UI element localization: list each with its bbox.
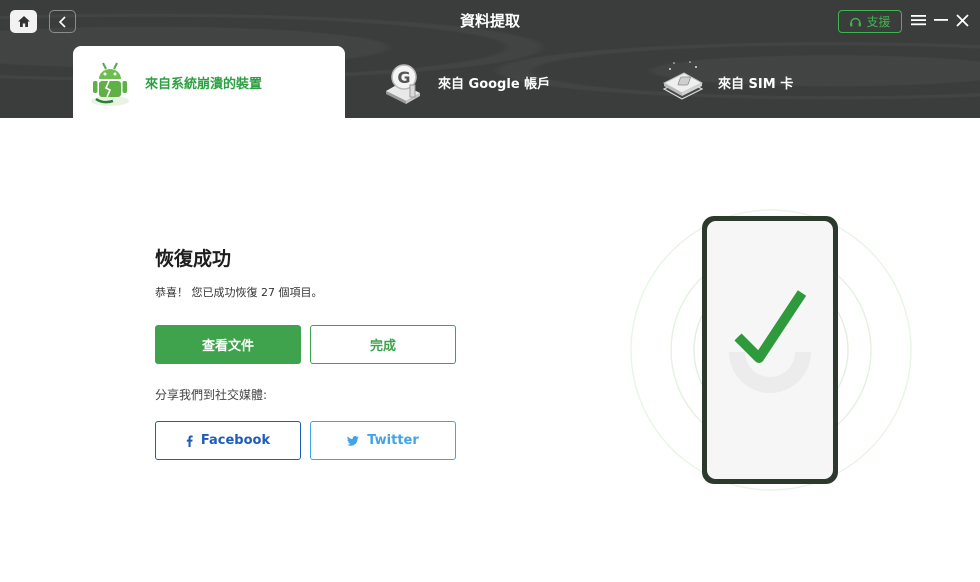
share-label: 分享我們到社交媒體: <box>155 388 268 402</box>
success-phone-illustration <box>630 209 912 491</box>
menu-button[interactable] <box>909 11 927 29</box>
tab-label: 來自 Google 帳戶 <box>438 76 551 92</box>
success-title: 恢復成功 <box>155 248 232 270</box>
tab-crashed-device[interactable]: 來自系統崩潰的裝置 <box>73 46 345 118</box>
twitter-label: Twitter <box>367 433 419 448</box>
facebook-icon <box>186 435 193 447</box>
support-button[interactable]: 支援 <box>838 10 902 33</box>
back-button[interactable] <box>49 10 76 33</box>
window-title: 資料提取 <box>459 12 520 30</box>
headset-icon <box>850 17 862 26</box>
chevron-left-icon <box>58 15 66 28</box>
facebook-share-button[interactable]: Facebook <box>155 421 301 460</box>
support-label: 支援 <box>866 15 891 29</box>
tab-label: 來自系統崩潰的裝置 <box>145 76 263 92</box>
app-header: 資料提取 支援 來自系統崩潰的裝置 G 來自 Google 帳戶 來自 SIM … <box>0 0 980 118</box>
twitter-share-button[interactable]: Twitter <box>310 421 456 460</box>
svg-text:G: G <box>397 68 410 87</box>
close-icon <box>955 13 969 27</box>
minimize-button[interactable] <box>932 11 950 29</box>
hamburger-menu-icon <box>910 15 926 26</box>
android-robot-icon <box>91 62 129 106</box>
facebook-label: Facebook <box>200 433 271 448</box>
view-files-button[interactable]: 查看文件 <box>155 325 301 364</box>
tab-label: 來自 SIM 卡 <box>718 76 794 92</box>
sim-card-icon <box>662 61 704 100</box>
google-drive-icon: G <box>386 64 420 104</box>
tab-sim-card[interactable]: 來自 SIM 卡 <box>646 46 896 118</box>
success-message: 恭喜！ 您已成功恢復 27 個項目。 <box>155 286 323 299</box>
done-button[interactable]: 完成 <box>310 325 456 364</box>
close-button[interactable] <box>953 11 971 29</box>
home-icon <box>17 16 30 27</box>
home-button[interactable] <box>10 10 37 33</box>
minimize-icon <box>934 19 948 21</box>
twitter-bird-icon <box>347 435 360 446</box>
tab-google-account[interactable]: G 來自 Google 帳戶 <box>366 46 616 118</box>
